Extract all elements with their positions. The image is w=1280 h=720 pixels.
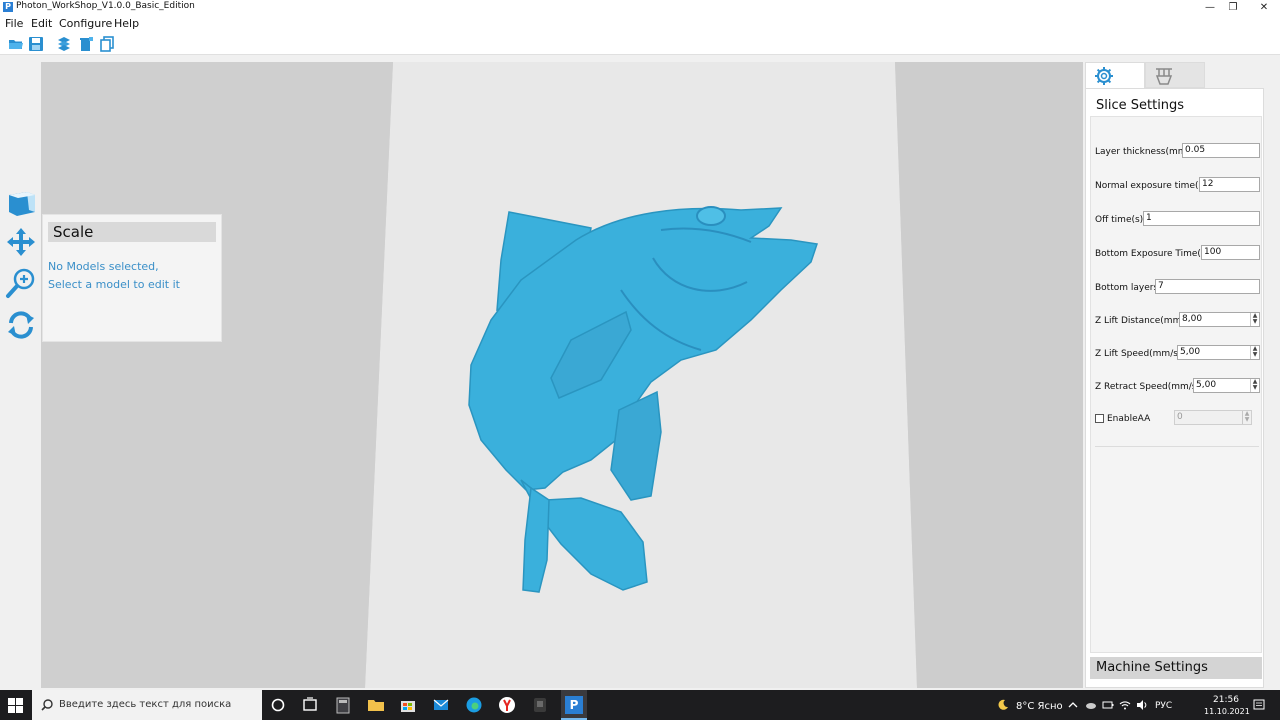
wifi-icon[interactable] [1119, 699, 1131, 711]
windows-start-icon[interactable] [8, 698, 23, 713]
bottom-layers-label: Bottom layers: [1095, 283, 1162, 293]
slice-settings-box: Slice Settings Layer thickness(mm): 0.05… [1085, 88, 1264, 688]
menu-bar: File Edit Configure Help [0, 15, 1280, 33]
bottom-exposure-input[interactable]: 100 [1201, 245, 1260, 260]
chevron-up-icon[interactable] [1067, 699, 1079, 711]
tab-machine[interactable] [1145, 62, 1205, 88]
enable-aa-label: EnableAA [1107, 414, 1151, 424]
open-folder-icon[interactable] [8, 36, 24, 52]
restore-button[interactable]: ❐ [1216, 0, 1250, 15]
z-lift-speed-value: 5,00 [1180, 347, 1201, 357]
view-cube-icon[interactable] [5, 186, 37, 218]
task-view-circle-icon[interactable] [268, 695, 288, 715]
3d-viewport[interactable] [41, 62, 1083, 688]
taskbar-search-box[interactable]: Введите здесь текст для поиска [32, 690, 262, 720]
z-lift-distance-value: 8,00 [1182, 314, 1203, 324]
onedrive-icon[interactable] [1085, 699, 1097, 711]
z-lift-distance-label: Z Lift Distance(mm): [1095, 316, 1188, 326]
z-lift-speed-label: Z Lift Speed(mm/s): [1095, 349, 1185, 359]
menu-edit[interactable]: Edit [31, 17, 52, 30]
no-model-message: No Models selected, [48, 260, 159, 273]
slice-settings-title: Slice Settings [1096, 98, 1185, 113]
off-time-label: Off time(s): [1095, 215, 1147, 225]
weather-text[interactable]: 8°C Ясно [1016, 701, 1063, 712]
spin-arrows-icon[interactable]: ▲ ▼ [1250, 313, 1259, 326]
scale-panel-title: Scale [48, 222, 216, 242]
title-bar: P Photon_WorkShop_V1.0.0_Basic_Edition —… [0, 0, 1280, 15]
settings-divider [1095, 446, 1259, 447]
file-explorer-icon[interactable] [366, 695, 386, 715]
task-view-icon[interactable] [300, 695, 320, 715]
delete-model-icon[interactable] [78, 36, 94, 52]
machine-settings-button[interactable]: Machine Settings [1090, 657, 1262, 679]
save-icon[interactable] [28, 36, 44, 52]
windows-taskbar: Введите здесь текст для поиска P 8°C Ясн… [0, 690, 1280, 720]
app-icon: P [3, 2, 13, 12]
z-retract-speed-label: Z Retract Speed(mm/s): [1095, 382, 1204, 392]
battery-icon[interactable] [1102, 699, 1114, 711]
fish-model[interactable] [451, 200, 831, 600]
spin-arrows-icon[interactable]: ▲ ▼ [1250, 379, 1259, 392]
photon-app-icon: P [565, 696, 583, 714]
bottom-exposure-label: Bottom Exposure Time(s): [1095, 249, 1213, 259]
search-icon [41, 699, 53, 711]
enable-aa-level-spinbox: 0 ▲ ▼ [1174, 410, 1252, 425]
z-lift-distance-spinbox[interactable]: 8,00 ▲ ▼ [1179, 312, 1260, 327]
photon-workshop-taskbar-button[interactable]: P [561, 690, 587, 720]
clock-date[interactable]: 11.10.2021 [1204, 707, 1250, 716]
menu-help[interactable]: Help [114, 17, 139, 30]
select-model-hint: Select a model to edit it [48, 278, 180, 291]
enable-aa-checkbox[interactable] [1095, 414, 1104, 423]
enable-aa-level-value: 0 [1177, 412, 1183, 422]
notifications-icon[interactable] [1253, 699, 1265, 711]
normal-exposure-input[interactable]: 12 [1199, 177, 1260, 192]
scale-panel: Scale No Models selected, Select a model… [42, 214, 222, 342]
machine-tab-icon [1155, 68, 1173, 85]
move-icon[interactable] [5, 226, 37, 258]
layer-thickness-label: Layer thickness(mm): [1095, 147, 1194, 157]
layer-thickness-input[interactable]: 0.05 [1182, 143, 1260, 158]
z-retract-speed-spinbox[interactable]: 5,00 ▲ ▼ [1193, 378, 1260, 393]
copy-model-icon[interactable] [99, 36, 115, 52]
language-indicator[interactable]: РУС [1155, 701, 1172, 711]
spin-arrows-icon: ▲ ▼ [1242, 411, 1251, 424]
mail-icon[interactable] [431, 695, 451, 715]
bottom-layers-input[interactable]: 7 [1155, 279, 1260, 294]
z-retract-speed-value: 5,00 [1196, 380, 1217, 390]
menu-configure[interactable]: Configure [59, 17, 112, 30]
weather-moon-icon[interactable] [997, 699, 1009, 711]
slice-settings-fields: Layer thickness(mm): 0.05 Normal exposur… [1090, 116, 1262, 653]
window-title: Photon_WorkShop_V1.0.0_Basic_Edition [16, 1, 195, 11]
settings-gear-icon [1095, 67, 1113, 85]
z-lift-speed-spinbox[interactable]: 5,00 ▲ ▼ [1177, 345, 1260, 360]
yandex-browser-icon[interactable] [497, 695, 517, 715]
spin-arrows-icon[interactable]: ▲ ▼ [1250, 346, 1259, 359]
right-settings-panel: Slice Settings Layer thickness(mm): 0.05… [1083, 56, 1280, 690]
scale-icon[interactable] [5, 267, 37, 299]
rotate-icon[interactable] [5, 309, 37, 341]
slice-layers-icon[interactable] [56, 36, 72, 52]
calculator-icon[interactable] [333, 695, 353, 715]
off-time-input[interactable]: 1 [1143, 211, 1260, 226]
left-tool-column [0, 56, 41, 690]
tab-slice-settings[interactable] [1085, 62, 1145, 88]
close-button[interactable]: ✕ [1247, 0, 1280, 15]
search-placeholder: Введите здесь текст для поиска [59, 699, 232, 710]
clock-time[interactable]: 21:56 [1213, 695, 1239, 705]
toolbar [0, 33, 1280, 55]
normal-exposure-label: Normal exposure time(s): [1095, 181, 1210, 191]
printer-app-icon[interactable] [530, 695, 550, 715]
volume-icon[interactable] [1136, 699, 1148, 711]
menu-file[interactable]: File [5, 17, 23, 30]
edge-browser-icon[interactable] [464, 695, 484, 715]
store-icon[interactable] [398, 695, 418, 715]
